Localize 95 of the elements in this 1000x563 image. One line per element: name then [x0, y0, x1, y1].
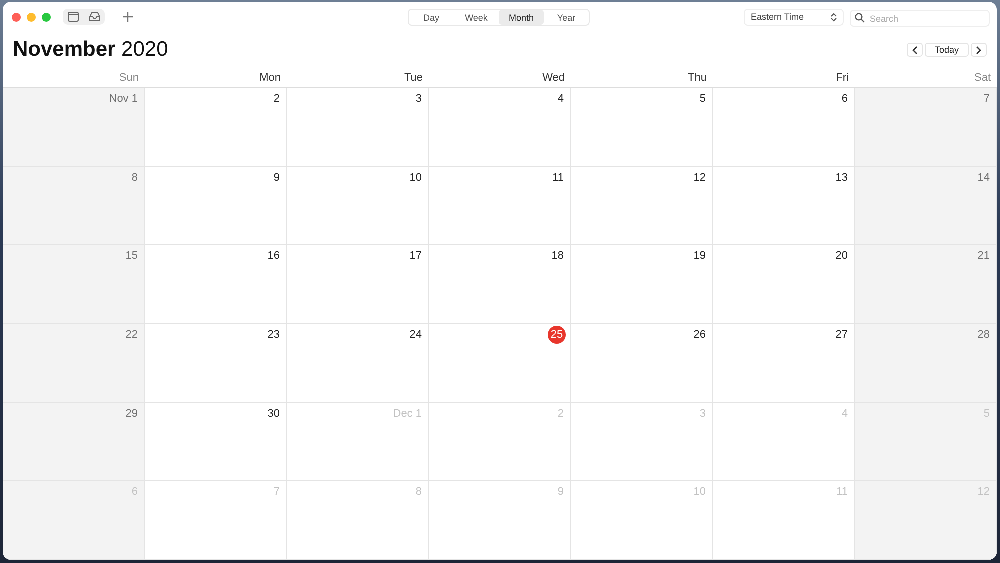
- date-number: 14: [978, 170, 990, 185]
- today-date: 25: [548, 326, 566, 344]
- view-tab[interactable]: Month: [499, 10, 544, 25]
- date-number: 7: [274, 485, 280, 500]
- day-cell[interactable]: 11: [429, 166, 571, 246]
- weekday-label: Sun: [119, 72, 139, 84]
- date-number: 8: [132, 170, 138, 185]
- day-cell[interactable]: 15: [3, 245, 145, 324]
- weekday-label: Thu: [688, 72, 707, 84]
- add-event-button[interactable]: [123, 12, 133, 22]
- date-number: 16: [268, 249, 280, 264]
- view-tab[interactable]: Year: [544, 10, 589, 25]
- day-cell[interactable]: 27: [713, 324, 855, 403]
- day-cell[interactable]: 29: [3, 402, 145, 482]
- timezone-select[interactable]: Eastern Time: [744, 8, 844, 26]
- day-cell[interactable]: 8: [3, 166, 145, 246]
- date-number: 21: [978, 249, 990, 264]
- day-cell[interactable]: 22: [3, 324, 145, 403]
- date-number: 11: [552, 170, 564, 185]
- day-cell[interactable]: 6: [713, 88, 855, 167]
- calendar-icon: [68, 12, 79, 22]
- chevron-right-icon: [976, 46, 982, 54]
- today-button[interactable]: Today: [925, 43, 969, 57]
- day-cell[interactable]: 17: [287, 245, 429, 324]
- day-cell[interactable]: 4: [429, 88, 571, 167]
- date-number: 2: [558, 406, 564, 421]
- date-number: 15: [126, 249, 138, 264]
- chevron-left-icon: [912, 46, 918, 54]
- date-number: 7: [984, 92, 990, 106]
- date-number: 10: [694, 485, 706, 500]
- date-number: 6: [842, 92, 848, 106]
- day-cell[interactable]: 30: [145, 402, 287, 482]
- date-number: 10: [410, 170, 422, 185]
- date-number: 17: [410, 249, 422, 264]
- date-number: 30: [268, 406, 280, 421]
- day-cell[interactable]: 3: [287, 88, 429, 167]
- day-cell[interactable]: 24: [287, 324, 429, 403]
- date-number: 26: [694, 328, 706, 342]
- weekday-label: Wed: [542, 72, 565, 84]
- date-number: 4: [842, 406, 848, 421]
- date-number: 13: [836, 170, 848, 185]
- date-number: Nov 1: [109, 92, 138, 106]
- date-number: 3: [416, 92, 422, 106]
- date-number: 18: [552, 249, 564, 264]
- date-number: 27: [836, 328, 848, 342]
- search-field[interactable]: Search: [850, 10, 990, 27]
- updown-icon: [831, 12, 837, 22]
- date-number: 29: [126, 406, 138, 421]
- day-cell[interactable]: 7: [855, 88, 997, 167]
- date-number: 3: [700, 406, 706, 421]
- plus-icon: [123, 12, 133, 22]
- date-number: 22: [126, 328, 138, 342]
- weekday-label: Mon: [260, 72, 281, 84]
- weekday-label: Fri: [836, 72, 849, 84]
- date-number: Dec 1: [393, 406, 422, 421]
- day-cell[interactable]: 26: [571, 324, 713, 403]
- date-number: 2: [274, 92, 280, 106]
- date-number: 11: [836, 485, 848, 500]
- day-cell[interactable]: 9: [145, 166, 287, 246]
- date-number: 9: [558, 485, 564, 500]
- day-cell[interactable]: 16: [145, 245, 287, 324]
- day-cell[interactable]: 25: [429, 324, 571, 403]
- date-number: 24: [410, 328, 422, 342]
- day-cell[interactable]: 28: [855, 324, 997, 403]
- month-title: November 2020: [13, 38, 168, 62]
- previous-button[interactable]: [907, 43, 923, 57]
- search-icon: [855, 12, 865, 22]
- weekday-label: Sat: [974, 72, 991, 84]
- date-number: 28: [978, 328, 990, 342]
- next-button[interactable]: [971, 43, 987, 57]
- day-cell[interactable]: 23: [145, 324, 287, 403]
- day-cell[interactable]: 14: [855, 166, 997, 246]
- date-number: 12: [694, 170, 706, 185]
- day-cell[interactable]: 19: [571, 245, 713, 324]
- day-cell[interactable]: 20: [713, 245, 855, 324]
- date-number: 4: [558, 92, 564, 106]
- date-number: 5: [700, 92, 706, 106]
- day-cell[interactable]: 12: [571, 166, 713, 246]
- view-tab[interactable]: Week: [454, 10, 499, 25]
- view-tab[interactable]: Day: [409, 10, 454, 25]
- date-number: 9: [274, 170, 280, 185]
- day-cell[interactable]: 10: [287, 166, 429, 246]
- day-cell[interactable]: 18: [429, 245, 571, 324]
- inbox-icon: [88, 12, 100, 22]
- day-cell[interactable]: 2: [145, 88, 287, 167]
- day-cell[interactable]: 5: [571, 88, 713, 167]
- day-cell[interactable]: 13: [713, 166, 855, 246]
- weekday-label: Tue: [404, 72, 423, 84]
- date-number: 23: [268, 328, 280, 342]
- close-button[interactable]: [12, 12, 21, 22]
- date-number: 19: [694, 249, 706, 264]
- day-cell[interactable]: 21: [855, 245, 997, 324]
- date-number: 20: [836, 249, 848, 264]
- day-cell[interactable]: Nov 1: [3, 88, 145, 167]
- date-number: 8: [416, 485, 422, 500]
